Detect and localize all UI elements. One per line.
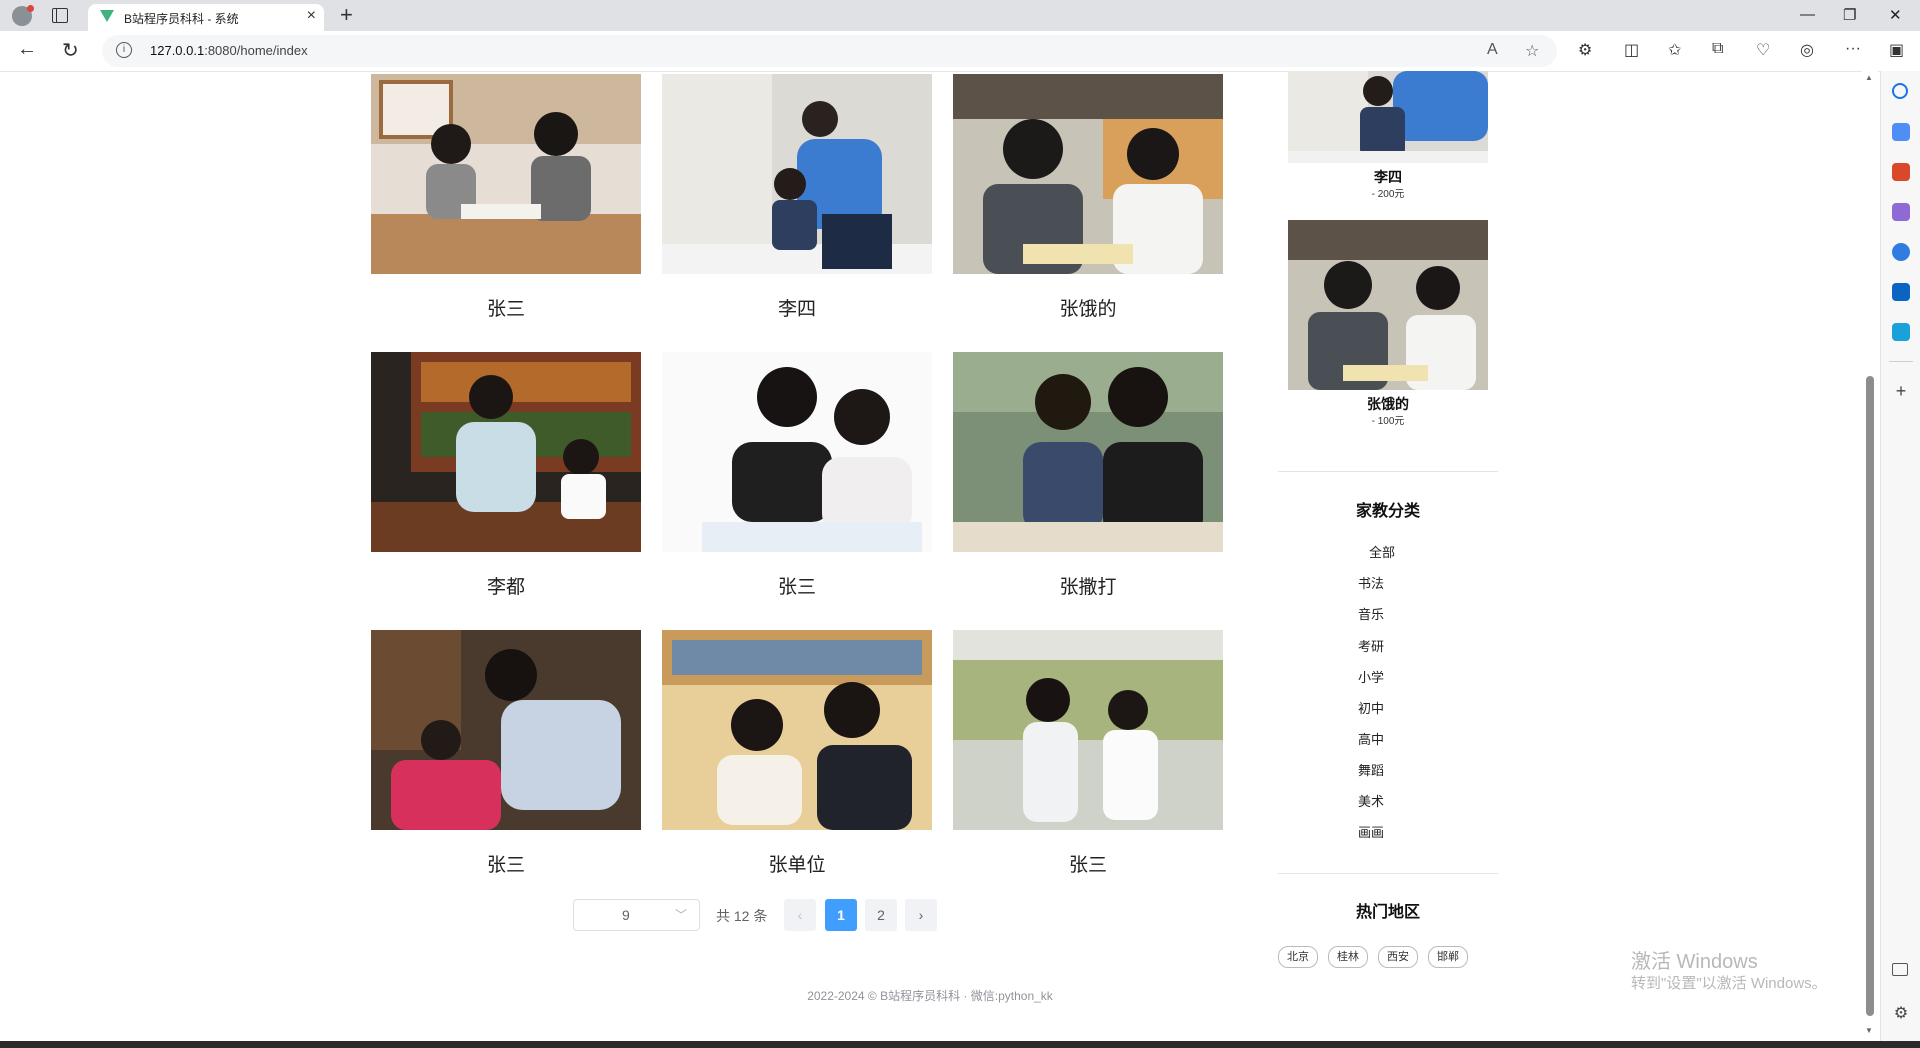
- split-screen-icon[interactable]: ◫: [1624, 40, 1639, 60]
- category-item[interactable]: 高中: [1358, 729, 1384, 748]
- teacher-photo[interactable]: [662, 74, 932, 274]
- microsoft365-icon[interactable]: [1892, 243, 1910, 261]
- favorites-icon[interactable]: ✩: [1668, 40, 1681, 60]
- teacher-name[interactable]: 张三: [953, 850, 1223, 877]
- hot-teacher-name[interactable]: 李四: [1288, 167, 1488, 187]
- close-tab-icon[interactable]: ×: [307, 7, 316, 25]
- category-item[interactable]: 考研: [1358, 636, 1384, 655]
- activate-windows-subtitle: 转到"设置"以激活 Windows。: [1631, 975, 1827, 992]
- prev-page-button[interactable]: ‹: [784, 899, 816, 931]
- sidebar-toggle-icon[interactable]: ▣: [1889, 40, 1904, 60]
- page-button-1[interactable]: 1: [825, 899, 857, 931]
- settings-gear-icon[interactable]: ⚙: [1892, 1003, 1910, 1022]
- page-size-value: 9: [622, 907, 630, 923]
- teacher-photo[interactable]: [953, 630, 1223, 830]
- page-scrollbar[interactable]: ▲ ▼: [1862, 71, 1878, 1041]
- teacher-name[interactable]: 张三: [371, 850, 641, 877]
- teacher-photo[interactable]: [371, 352, 641, 552]
- screenshot-icon[interactable]: [1892, 963, 1908, 976]
- category-item[interactable]: 舞蹈: [1358, 760, 1384, 779]
- region-tag[interactable]: 西安: [1378, 946, 1418, 968]
- activate-windows-title: 激活 Windows: [1631, 951, 1758, 973]
- site-info-icon[interactable]: i: [116, 42, 132, 58]
- refresh-icon[interactable]: ↻: [62, 38, 79, 63]
- teacher-photo[interactable]: [662, 630, 932, 830]
- vue-favicon-icon: [100, 10, 114, 22]
- sidebar-divider: [1889, 361, 1913, 362]
- teacher-name[interactable]: 李四: [662, 294, 932, 321]
- category-item[interactable]: 初中: [1358, 698, 1384, 717]
- games-icon[interactable]: [1892, 203, 1910, 221]
- category-item[interactable]: 全部: [1369, 542, 1395, 561]
- teacher-photo[interactable]: [371, 74, 641, 274]
- more-icon[interactable]: ···: [1845, 40, 1861, 58]
- address-bar[interactable]: i 127.0.0.1:8080/home/index A ☆: [102, 35, 1557, 67]
- back-icon[interactable]: ←: [17, 38, 37, 61]
- next-page-button[interactable]: ›: [905, 899, 937, 931]
- teacher-photo[interactable]: [953, 352, 1223, 552]
- performance-icon[interactable]: ♡: [1756, 40, 1770, 60]
- tools-icon[interactable]: [1892, 163, 1910, 181]
- scroll-up-icon[interactable]: ▲: [1865, 73, 1873, 82]
- browser-tab[interactable]: B站程序员科科 - 系统 ×: [88, 4, 324, 31]
- region-title: 热门地区: [1355, 904, 1420, 921]
- sidebar-divider: [1278, 471, 1498, 472]
- tab-title: B站程序员科科 - 系统: [124, 12, 239, 26]
- collections-icon[interactable]: ⧉: [1712, 40, 1723, 58]
- teacher-name[interactable]: 张三: [662, 572, 932, 599]
- tab-actions-icon[interactable]: [52, 8, 68, 23]
- category-item[interactable]: 小学: [1358, 667, 1384, 686]
- close-window-icon[interactable]: ✕: [1889, 6, 1902, 24]
- browser-toolbar: ← ↻ i 127.0.0.1:8080/home/index A ☆ ⚙ ◫ …: [0, 31, 1920, 72]
- category-title: 家教分类: [1355, 503, 1420, 520]
- teacher-name[interactable]: 张饿的: [953, 294, 1223, 321]
- category-item[interactable]: 画画: [1358, 822, 1384, 841]
- outlook-icon[interactable]: [1892, 283, 1910, 301]
- address-url[interactable]: 127.0.0.1:8080/home/index: [150, 43, 308, 58]
- region-tag[interactable]: 邯郸: [1428, 946, 1468, 968]
- teacher-photo[interactable]: [953, 74, 1223, 274]
- teacher-photo[interactable]: [371, 630, 641, 830]
- new-tab-icon[interactable]: +: [340, 2, 353, 28]
- os-taskbar: [0, 1041, 1920, 1048]
- category-item[interactable]: 美术: [1358, 791, 1384, 810]
- scroll-down-icon[interactable]: ▼: [1865, 1026, 1873, 1035]
- browser-titlebar: B站程序员科科 - 系统 × + — ❐ ✕: [0, 0, 1920, 31]
- page-button-2[interactable]: 2: [865, 899, 897, 931]
- hot-teacher-photo[interactable]: [1288, 71, 1488, 163]
- hot-teacher-price: - 100元: [1371, 416, 1405, 427]
- shopping-icon[interactable]: [1892, 123, 1910, 141]
- extensions-icon[interactable]: ⚙: [1578, 40, 1592, 60]
- footer-copyright: 2022-2024 © B站程序员科科 · 微信:python_kk: [807, 989, 1053, 1003]
- teacher-name[interactable]: 张撒打: [953, 572, 1223, 599]
- minimize-icon[interactable]: —: [1800, 6, 1815, 23]
- page-size-select[interactable]: 9 ﹀: [573, 899, 700, 931]
- category-item[interactable]: 书法: [1358, 573, 1384, 592]
- total-count: 共 12 条: [716, 908, 768, 924]
- teacher-name[interactable]: 李都: [371, 572, 641, 599]
- sidebar-divider: [1278, 873, 1498, 874]
- favorite-star-icon[interactable]: ☆: [1525, 41, 1539, 61]
- region-tag[interactable]: 北京: [1278, 946, 1318, 968]
- add-icon[interactable]: +: [1892, 382, 1910, 401]
- send-icon[interactable]: [1892, 323, 1910, 341]
- region-tag[interactable]: 桂林: [1328, 946, 1368, 968]
- read-aloud-icon[interactable]: A: [1487, 41, 1498, 59]
- chevron-down-icon: ﹀: [674, 908, 687, 922]
- search-icon[interactable]: [1892, 83, 1908, 99]
- hot-teacher-price: - 200元: [1371, 189, 1405, 200]
- hot-teacher-photo[interactable]: [1288, 220, 1488, 390]
- copilot-icon[interactable]: ◎: [1800, 40, 1814, 60]
- teacher-photo[interactable]: [662, 352, 932, 552]
- edge-sidebar: + ⚙: [1880, 71, 1920, 1041]
- scroll-thumb[interactable]: [1866, 376, 1874, 1016]
- restore-icon[interactable]: ❐: [1843, 6, 1856, 24]
- hot-teacher-name[interactable]: 张饿的: [1288, 394, 1488, 414]
- profile-icon[interactable]: [12, 5, 34, 26]
- teacher-name[interactable]: 张三: [371, 294, 641, 321]
- category-item[interactable]: 音乐: [1358, 604, 1384, 623]
- teacher-name[interactable]: 张单位: [662, 850, 932, 877]
